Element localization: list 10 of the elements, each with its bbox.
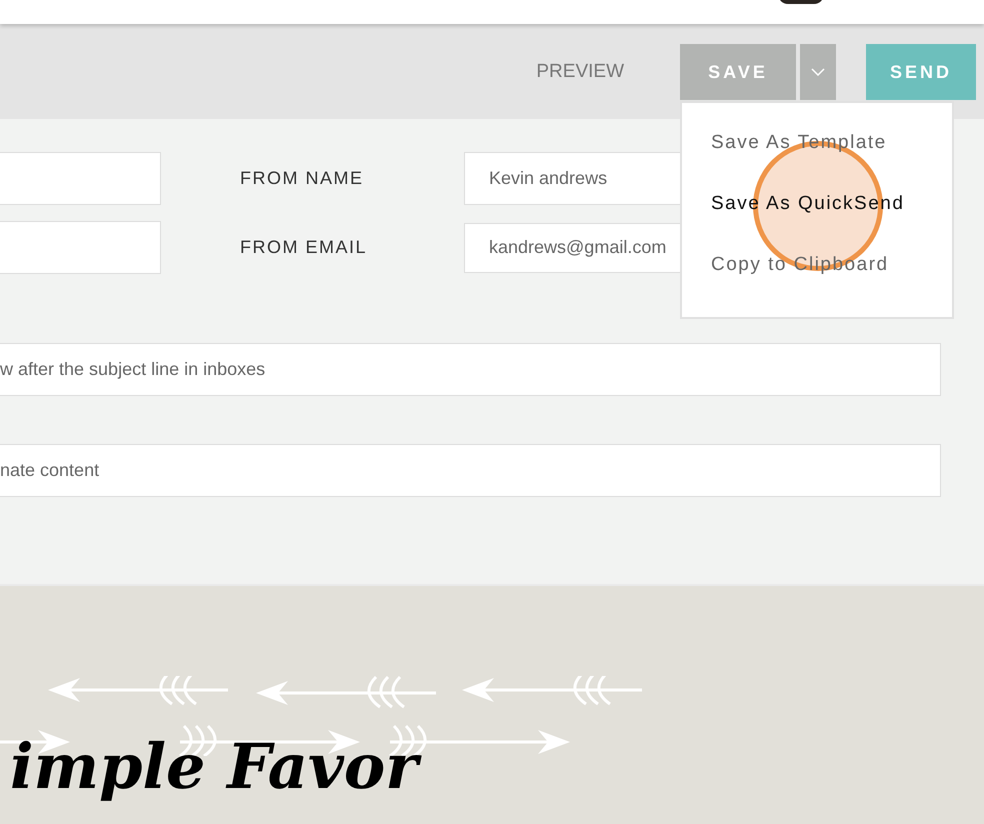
from-email-label: FROM EMAIL (240, 236, 368, 259)
menu-item[interactable]: Save As Template (711, 132, 887, 153)
input-field[interactable] (0, 221, 161, 274)
save-options-button[interactable] (800, 44, 836, 100)
chevron-down-icon (811, 68, 825, 76)
from-name-label: FROM NAME (240, 167, 364, 190)
input-field[interactable] (0, 152, 161, 205)
preview-button[interactable]: PREVIEW (536, 44, 624, 100)
preheader-field[interactable]: w after the subject line in inboxes (0, 343, 941, 396)
alternate-content-field[interactable]: nate content (0, 444, 941, 497)
